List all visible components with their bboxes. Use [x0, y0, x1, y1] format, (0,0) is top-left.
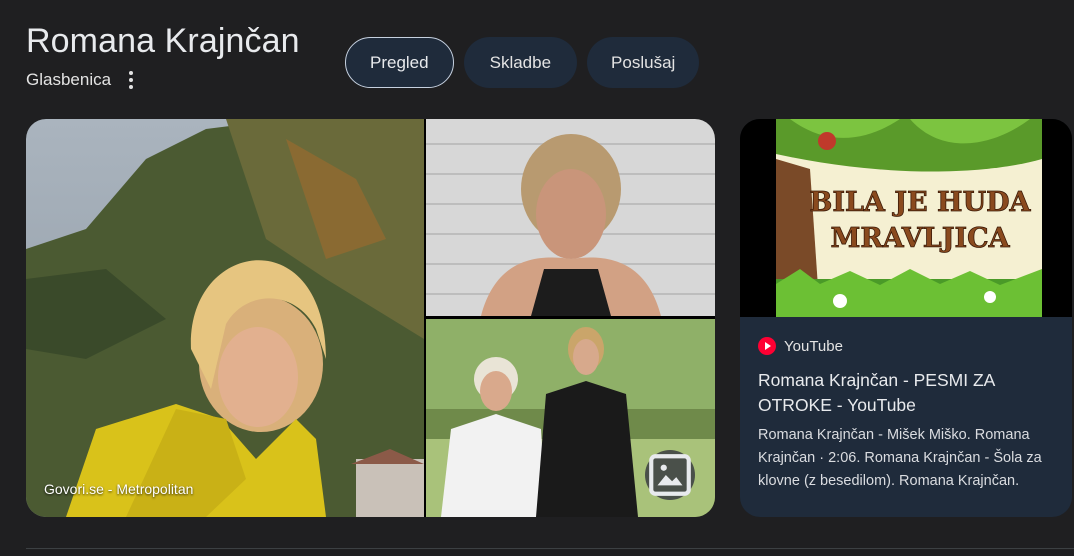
view-images-button[interactable] [645, 450, 695, 500]
divider [26, 548, 1074, 549]
page-title: Romana Krajnčan [26, 22, 300, 60]
video-result-card[interactable]: BILA JE HUDA MRAVLJICA YouTube Romana Kr… [740, 119, 1072, 517]
thumbnail-text-line2: MRAVLJICA [830, 223, 1010, 254]
knowledge-panel: Romana Krajnčan Glasbenica Pregled Sklad… [0, 0, 1074, 556]
tab-bar: Pregled Skladbe Poslušaj [345, 37, 700, 88]
entity-type: Glasbenica [26, 70, 112, 89]
video-source: YouTube [784, 337, 843, 355]
image-icon [649, 454, 691, 496]
tab-listen[interactable]: Poslušaj [587, 37, 700, 88]
more-options-icon[interactable] [125, 70, 137, 90]
youtube-icon [758, 337, 776, 355]
video-title-link[interactable]: Romana Krajnčan - PESMI ZA OTROKE - YouT… [758, 368, 1058, 418]
photo-top-right[interactable] [426, 119, 715, 316]
video-snippet: Romana Krajnčan - Mišek Miško. Romana Kr… [758, 427, 1042, 489]
thumbnail-text-line1: BILA JE HUDA [810, 187, 1032, 218]
video-source-row: YouTube [758, 337, 843, 355]
tab-overview[interactable]: Pregled [345, 37, 454, 88]
subtitle-row: Glasbenica [26, 70, 137, 90]
tab-songs[interactable]: Skladbe [463, 37, 578, 88]
image-source-caption: Govori.se - Metropolitan [44, 481, 194, 497]
video-thumbnail[interactable]: BILA JE HUDA MRAVLJICA [740, 119, 1072, 317]
photo-bottom-right[interactable] [426, 319, 715, 517]
image-gallery: Govori.se - Metropolitan [26, 119, 715, 517]
main-photo[interactable]: Govori.se - Metropolitan [26, 119, 424, 517]
